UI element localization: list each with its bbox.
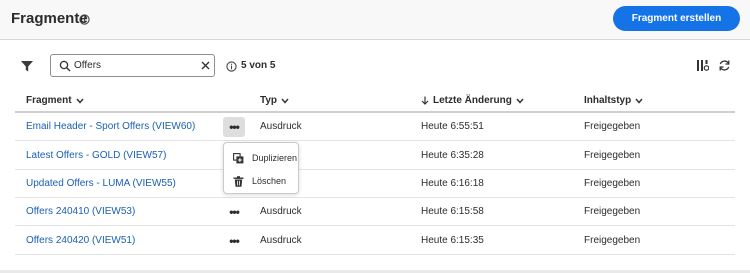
menu-item-duplicate[interactable]: Duplizieren [224, 146, 300, 170]
fragment-type: Ausdruck [260, 121, 302, 132]
column-label: Letzte Änderung [433, 95, 512, 106]
last-modified: Heute 6:16:18 [421, 178, 484, 189]
table-row[interactable]: Updated Offers - LUMA (VIEW55) Heute 6:1… [15, 170, 735, 198]
info-icon[interactable] [226, 61, 237, 72]
table-row[interactable]: Offers 240420 (VIEW51) ••• Ausdruck Heut… [15, 227, 735, 255]
close-icon[interactable] [201, 61, 210, 70]
arrow-down-icon [421, 96, 429, 105]
status-text: Freigegeben [584, 150, 641, 161]
status-text: Freigegeben [584, 178, 641, 189]
column-header-typ[interactable]: Typ [260, 95, 289, 106]
search-field[interactable] [50, 54, 215, 77]
fragment-name-link[interactable]: Email Header - Sport Offers (VIEW60) [26, 121, 195, 132]
duplicate-icon [233, 152, 244, 163]
fragment-type: Ausdruck [260, 235, 302, 246]
chevron-down-icon [516, 98, 524, 104]
column-label: Fragment [26, 95, 72, 106]
last-modified: Heute 6:55:51 [421, 121, 484, 132]
fragment-name-link[interactable]: Offers 240420 (VIEW51) [26, 235, 135, 246]
refresh-icon[interactable] [718, 59, 731, 72]
table-row[interactable]: Email Header - Sport Offers (VIEW60) •••… [15, 113, 735, 141]
status-text: Freigegeben [584, 206, 641, 217]
last-modified: Heute 6:35:28 [421, 150, 484, 161]
column-label: Inhaltstyp [584, 95, 632, 106]
menu-item-delete[interactable]: Löschen [224, 169, 300, 193]
more-actions-button[interactable]: ••• [223, 202, 245, 222]
column-settings-icon[interactable] [696, 59, 709, 72]
more-actions-button[interactable]: ••• [223, 231, 245, 251]
last-modified: Heute 6:15:35 [421, 235, 484, 246]
table-row[interactable]: Latest Offers - GOLD (VIEW57) Heute 6:35… [15, 142, 735, 170]
row-actions-menu: Duplizieren Löschen [223, 142, 299, 194]
page-title: Fragmente [11, 10, 88, 27]
last-modified: Heute 6:15:58 [421, 206, 484, 217]
column-label: Typ [260, 95, 278, 106]
status-text: Freigegeben [584, 235, 641, 246]
column-header-fragment[interactable]: Fragment [26, 95, 84, 106]
fragment-type: Ausdruck [260, 206, 302, 217]
create-fragment-button[interactable]: Fragment erstellen [613, 6, 740, 31]
more-actions-button[interactable]: ••• [223, 117, 245, 137]
fragment-name-link[interactable]: Updated Offers - LUMA (VIEW55) [26, 178, 176, 189]
table-row[interactable]: Offers 240410 (VIEW53) ••• Ausdruck Heut… [15, 198, 735, 226]
info-icon[interactable] [79, 14, 90, 25]
search-icon [59, 60, 71, 72]
search-input[interactable] [74, 57, 194, 74]
trash-icon [233, 175, 244, 187]
chevron-down-icon [281, 98, 289, 104]
column-header-last-modified[interactable]: Letzte Änderung [421, 95, 524, 106]
chevron-down-icon [635, 98, 643, 104]
filter-icon[interactable] [20, 59, 34, 73]
fragment-name-link[interactable]: Offers 240410 (VIEW53) [26, 206, 135, 217]
status-text: Freigegeben [584, 121, 641, 132]
menu-item-label: Löschen [252, 176, 287, 186]
chevron-down-icon [76, 98, 84, 104]
result-count: 5 von 5 [241, 60, 276, 71]
page-header: Fragmente Fragment erstellen [0, 0, 750, 40]
column-header-content-type[interactable]: Inhaltstyp [584, 95, 643, 106]
fragment-name-link[interactable]: Latest Offers - GOLD (VIEW57) [26, 150, 166, 161]
menu-item-label: Duplizieren [252, 153, 298, 163]
